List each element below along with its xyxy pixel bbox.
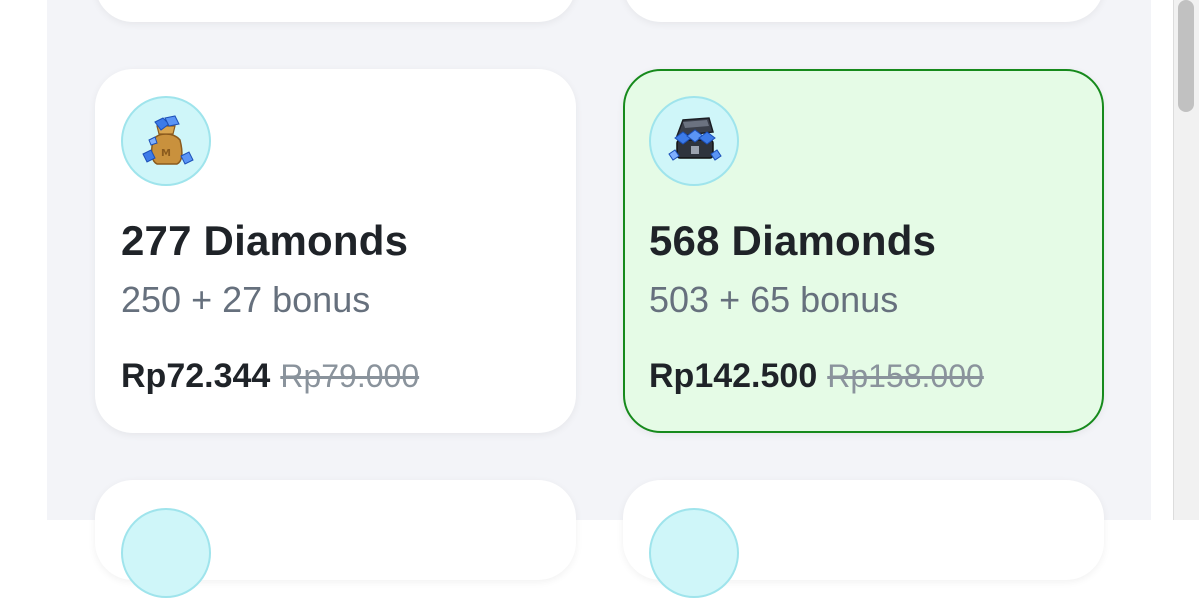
package-card-568-diamonds[interactable]: 568 Diamonds 503 + 65 bonus Rp142.500 Rp1… — [623, 69, 1104, 433]
scrollbar-thumb[interactable] — [1178, 0, 1194, 112]
package-original-price: Rp158.000 — [827, 358, 984, 394]
package-bonus-breakdown: 503 + 65 bonus — [649, 279, 899, 320]
package-icon — [649, 508, 739, 598]
price-row: Rp72.344 Rp79.000 — [121, 357, 419, 396]
package-original-price: Rp79.000 — [280, 358, 420, 394]
package-price: Rp142.500 — [649, 357, 818, 395]
package-title: 277 Diamonds — [121, 217, 409, 264]
price-row: Rp142.500 Rp158.000 — [649, 357, 984, 396]
package-card-partial-bottom-right[interactable] — [623, 480, 1104, 598]
package-bonus-breakdown: 250 + 27 bonus — [121, 279, 371, 320]
package-card-partial-bottom-left[interactable] — [95, 480, 576, 598]
package-icon — [121, 508, 211, 598]
package-price: Rp72.344 — [121, 357, 271, 395]
package-card-partial-top-left[interactable] — [95, 0, 576, 22]
package-title: 568 Diamonds — [649, 217, 937, 264]
svg-text:M: M — [161, 148, 171, 159]
package-card-partial-top-right[interactable] — [623, 0, 1104, 22]
package-card-277-diamonds[interactable]: M 277 Diamonds 250 + 27 bonus Rp72.344 Rp… — [95, 69, 576, 433]
diamond-bag-icon: M — [121, 96, 211, 186]
diamond-chest-icon — [649, 96, 739, 186]
